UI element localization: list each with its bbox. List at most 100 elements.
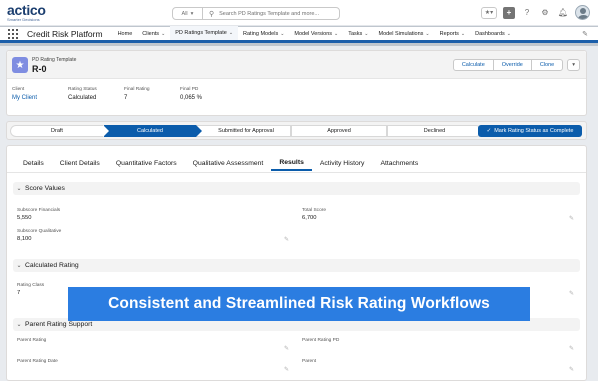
field-value: 6,700 bbox=[302, 215, 317, 221]
chevron-down-icon[interactable]: ⌄ bbox=[334, 31, 338, 37]
path-step-approved[interactable]: Approved bbox=[292, 125, 386, 137]
tab-activity-history[interactable]: Activity History bbox=[312, 155, 373, 171]
field-label: Parent Rating bbox=[17, 338, 47, 343]
calculate-button[interactable]: Calculate bbox=[452, 59, 494, 71]
pencil-icon[interactable]: ✎ bbox=[569, 290, 574, 297]
record-header: ★ PD Rating Template R-0 Calculate Overr… bbox=[6, 50, 587, 116]
highlight-final-pd: Final PD 0,065 % bbox=[180, 87, 236, 101]
path-step-calculated[interactable]: Calculated bbox=[103, 125, 202, 137]
help-icon[interactable]: ? bbox=[521, 7, 533, 19]
chevron-down-icon[interactable]: ▾ bbox=[567, 59, 580, 71]
pencil-icon[interactable]: ✎ bbox=[569, 345, 574, 352]
tab-details[interactable]: Details bbox=[15, 155, 52, 171]
gear-icon[interactable]: ⚙ bbox=[539, 7, 551, 19]
field-label: Parent Rating Date bbox=[17, 359, 58, 364]
field-subscore-financials: Subscore Financials 5,550 bbox=[17, 208, 289, 223]
nav-item-label: PD Ratings Template bbox=[175, 29, 227, 36]
tab-attachments[interactable]: Attachments bbox=[372, 155, 426, 171]
field-parent-rating-pd: Parent Rating PD ✎ bbox=[302, 338, 574, 353]
nav-item-pd-ratings-template[interactable]: PD Ratings Template ⌄ bbox=[170, 25, 239, 42]
record-name: R-0 bbox=[32, 64, 47, 74]
clone-button[interactable]: Clone bbox=[530, 59, 564, 71]
nav-item-tasks[interactable]: Tasks ⌄ bbox=[343, 26, 373, 42]
path-step-submitted[interactable]: Submitted for Approval bbox=[196, 125, 290, 137]
section-title: Score Values bbox=[25, 185, 65, 192]
pencil-icon[interactable]: ✎ bbox=[569, 366, 574, 373]
mark-status-complete-button[interactable]: ✓ Mark Rating Status as Complete bbox=[478, 125, 582, 137]
chevron-down-icon[interactable]: ⌄ bbox=[280, 31, 284, 37]
section-calculated-rating[interactable]: ⌄ Calculated Rating bbox=[13, 259, 580, 272]
search-scope-dropdown[interactable]: All ▾ bbox=[173, 8, 203, 19]
path-steps: Draft Calculated Submitted for Approval … bbox=[10, 125, 482, 137]
nav-item-label: Reports bbox=[439, 30, 459, 37]
nav-item-label: Rating Models bbox=[243, 30, 279, 37]
field-label: Parent Rating PD bbox=[302, 338, 340, 343]
client-link[interactable]: My Client bbox=[12, 95, 68, 101]
chevron-down-icon[interactable]: ⌄ bbox=[461, 31, 465, 37]
search-scope-label: All bbox=[181, 10, 188, 17]
section-score-values[interactable]: ⌄ Score Values bbox=[13, 182, 580, 195]
app-launcher-icon[interactable] bbox=[8, 28, 18, 39]
nav-item-label: Home bbox=[117, 30, 133, 37]
nav-item-reports[interactable]: Reports ⌄ bbox=[435, 26, 470, 42]
global-search[interactable]: All ▾ ⚲ Search PD Ratings Template and m… bbox=[172, 7, 340, 20]
pencil-icon[interactable]: ✎ bbox=[284, 236, 289, 243]
highlights-panel: Client My Client Rating Status Calculate… bbox=[12, 87, 236, 101]
tab-qualitative-assessment[interactable]: Qualitative Assessment bbox=[185, 155, 272, 171]
search-input[interactable]: Search PD Ratings Template and more... bbox=[219, 11, 319, 17]
favorites-icon[interactable]: ★▾ bbox=[481, 6, 497, 19]
record-detail-card: Details Client Details Quantitative Fact… bbox=[6, 145, 587, 381]
chevron-down-icon: ⌄ bbox=[16, 186, 22, 192]
record-tabs: Details Client Details Quantitative Fact… bbox=[15, 155, 426, 171]
avatar[interactable] bbox=[575, 5, 590, 20]
field-label: Final Rating bbox=[124, 87, 150, 92]
nav-item-home[interactable]: Home bbox=[113, 26, 138, 42]
chevron-down-icon[interactable]: ⌄ bbox=[425, 31, 429, 37]
nav-item-label: Model Versions bbox=[294, 30, 333, 37]
field-value bbox=[302, 366, 574, 374]
nav-item-model-versions[interactable]: Model Versions ⌄ bbox=[289, 26, 343, 42]
chevron-down-icon: ⌄ bbox=[16, 263, 22, 269]
chevron-down-icon[interactable]: ⌄ bbox=[507, 31, 511, 37]
path-step-declined[interactable]: Declined bbox=[388, 125, 482, 137]
pencil-icon[interactable]: ✎ bbox=[569, 215, 574, 222]
chevron-down-icon[interactable]: ⌄ bbox=[364, 31, 368, 37]
pencil-icon[interactable]: ✎ bbox=[284, 366, 289, 373]
add-icon[interactable]: + bbox=[503, 6, 515, 19]
record-header-band: ★ PD Rating Template R-0 Calculate Overr… bbox=[7, 51, 586, 79]
status-path: Draft Calculated Submitted for Approval … bbox=[6, 121, 587, 140]
nav-item-clients[interactable]: Clients ⌄ bbox=[137, 26, 170, 42]
field-value bbox=[17, 345, 289, 353]
pencil-icon[interactable]: ✎ bbox=[284, 345, 289, 352]
field-parent-rating: Parent Rating ✎ bbox=[17, 338, 289, 353]
actico-logo[interactable]: actico Smarter Decisions bbox=[7, 3, 46, 22]
edit-nav-icon[interactable]: ✎ bbox=[582, 30, 588, 38]
path-step-draft[interactable]: Draft bbox=[10, 125, 104, 137]
record-actions: Calculate Override Clone ▾ bbox=[452, 59, 580, 71]
tab-client-details[interactable]: Client Details bbox=[52, 155, 108, 171]
app-name: Credit Risk Platform bbox=[27, 28, 103, 39]
nav-item-model-simulations[interactable]: Model Simulations ⌄ bbox=[373, 26, 434, 42]
nav-item-label: Tasks bbox=[348, 30, 363, 37]
section-title: Parent Rating Support bbox=[25, 321, 93, 328]
chevron-down-icon: ⌄ bbox=[16, 322, 22, 328]
mark-status-label: Mark Rating Status as Complete bbox=[494, 128, 574, 134]
tab-results[interactable]: Results bbox=[271, 155, 312, 171]
nav-item-label: Dashboards bbox=[475, 30, 505, 37]
field-label: Subscore Financials bbox=[17, 208, 61, 213]
override-button[interactable]: Override bbox=[492, 59, 532, 71]
global-header: actico Smarter Decisions All ▾ ⚲ Search … bbox=[0, 0, 598, 26]
nav-item-label: Clients bbox=[142, 30, 160, 37]
notification-bell-icon[interactable]: 🔔︎ bbox=[557, 7, 569, 19]
chevron-down-icon[interactable]: ⌄ bbox=[161, 31, 165, 37]
check-icon: ✓ bbox=[486, 128, 492, 134]
field-label: Total Score bbox=[302, 208, 326, 213]
chevron-down-icon[interactable]: ⌄ bbox=[229, 30, 233, 36]
section-title: Calculated Rating bbox=[25, 262, 79, 269]
nav-item-dashboards[interactable]: Dashboards ⌄ bbox=[470, 26, 516, 42]
field-label: Client bbox=[12, 87, 25, 92]
tab-quantitative-factors[interactable]: Quantitative Factors bbox=[108, 155, 185, 171]
nav-item-rating-models[interactable]: Rating Models ⌄ bbox=[238, 26, 289, 42]
field-label: Subscore Qualitative bbox=[17, 229, 62, 234]
highlight-final-rating: Final Rating 7 bbox=[124, 87, 180, 101]
